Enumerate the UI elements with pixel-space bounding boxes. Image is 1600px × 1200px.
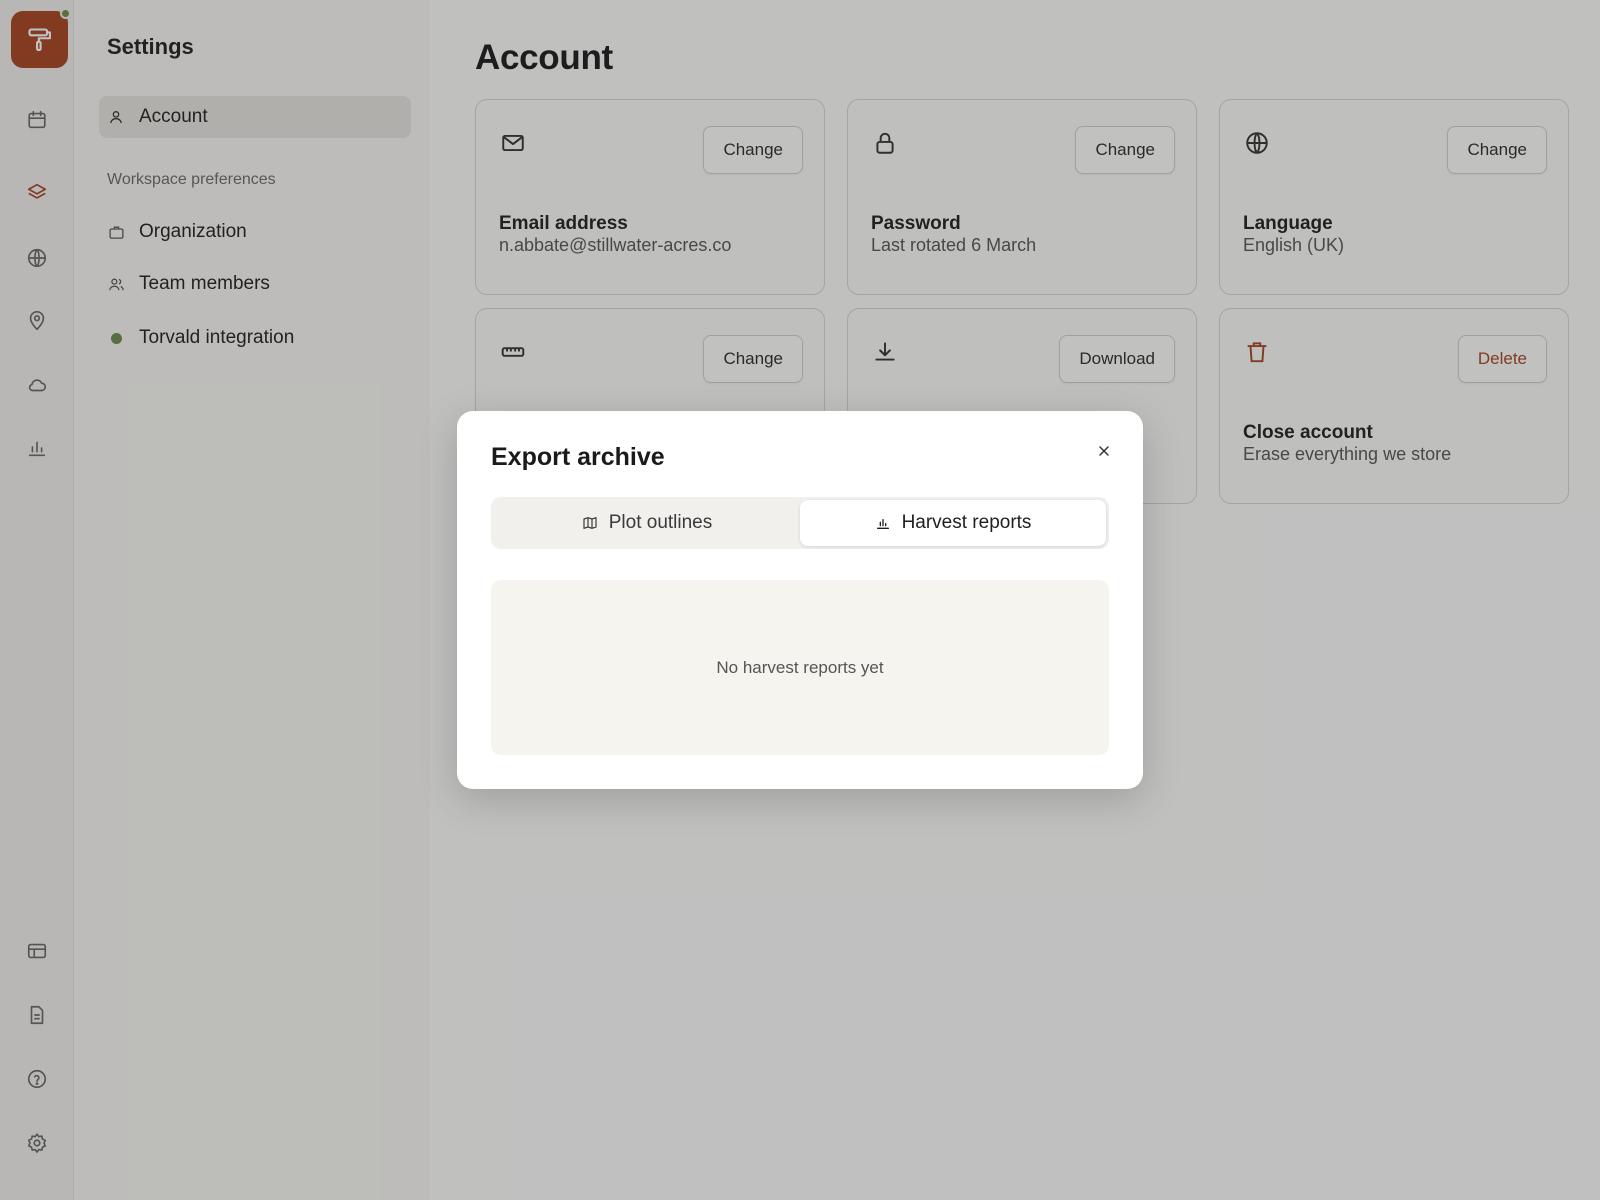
empty-state: No harvest reports yet (491, 580, 1109, 755)
tab-harvest-reports[interactable]: Harvest reports (800, 500, 1106, 546)
dialog-title: Export archive (491, 443, 665, 471)
close-icon[interactable] (1091, 438, 1117, 464)
tab-plot-outlines[interactable]: Plot outlines (494, 500, 800, 546)
export-type-switcher: Plot outlines Harvest reports (491, 497, 1109, 549)
tab-label: Harvest reports (901, 512, 1032, 533)
bar-chart-icon (876, 519, 889, 529)
empty-state-message: No harvest reports yet (716, 657, 884, 677)
tab-label: Plot outlines (608, 512, 713, 533)
export-archive-dialog: Export archive Plot outlines Harvest rep… (457, 411, 1143, 789)
map-icon (583, 517, 597, 529)
